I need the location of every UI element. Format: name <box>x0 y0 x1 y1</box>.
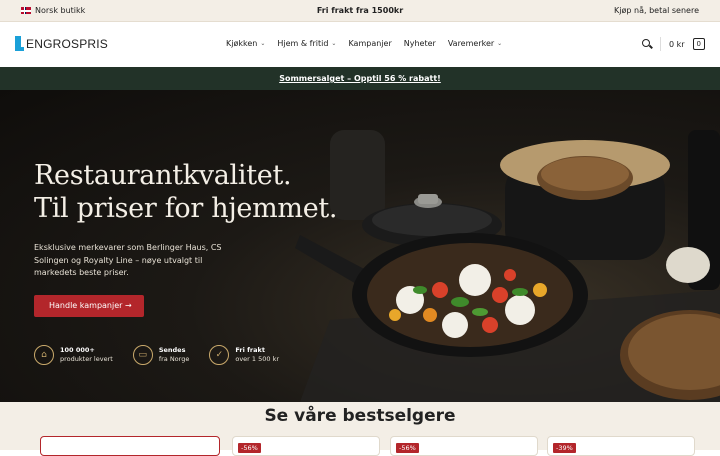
usp-item: ▭ Sendes fra Norge <box>132 345 190 365</box>
logo-text: ENGROSPRIS <box>26 36 109 51</box>
truck-icon: ▭ <box>132 345 153 365</box>
product-card[interactable]: -39% <box>547 436 695 456</box>
cart-total[interactable]: 0 kr <box>669 40 685 49</box>
discount-badge: -56% <box>396 443 419 453</box>
nav-item-kjokken[interactable]: Kjøkken ⌄ <box>226 39 265 48</box>
usp-list: ⌂ 100 000+ produkter levert ▭ Sendes fra… <box>34 345 279 365</box>
cart-count-badge[interactable]: 0 <box>692 38 705 50</box>
usp-item: ⌂ 100 000+ produkter levert <box>34 345 113 365</box>
nav-label: Varemerker <box>447 39 495 48</box>
bestsellers-section: Se våre bestselgere -56% -56% -39% <box>0 402 720 456</box>
nav-item-varemerker[interactable]: Varemerker ⌄ <box>448 39 502 48</box>
usp-text: produkter levert <box>60 355 113 363</box>
nav-label: Kampanjer <box>348 39 392 48</box>
nav-item-kampanjer[interactable]: Kampanjer <box>348 39 391 48</box>
hero-banner: Restaurantkvalitet. Til priser for hjemm… <box>0 90 720 402</box>
usp-item: ✓ Fri frakt over 1 500 kr <box>209 345 279 365</box>
hero-title-line-1: Restaurantkvalitet. <box>34 160 292 191</box>
promo-link[interactable]: Sommersalget – Opptil 56 % rabatt! <box>279 74 441 83</box>
gift-icon: ⌂ <box>34 345 54 365</box>
hero-title-line-2: Til priser for hjemmet. <box>34 193 338 224</box>
usp-text: fra Norge <box>158 355 190 363</box>
product-card[interactable]: -56% <box>390 436 538 456</box>
nav-label: Nyheter <box>403 39 436 48</box>
product-card[interactable] <box>40 436 220 456</box>
search-icon[interactable] <box>641 39 652 49</box>
chevron-down-icon: ⌄ <box>331 40 337 47</box>
divider <box>659 37 661 51</box>
shop-campaigns-button[interactable]: Handle kampanjer → <box>34 295 144 317</box>
nav-item-hjem-fritid[interactable]: Hjem & fritid ⌄ <box>277 39 336 48</box>
logo-mark-icon <box>15 36 24 51</box>
main-nav: Kjøkken ⌄ Hjem & fritid ⌄ Kampanjer Nyhe… <box>226 39 502 48</box>
hero-title: Restaurantkvalitet. Til priser for hjemm… <box>34 159 338 225</box>
usp-title: 100 000+ <box>60 346 95 354</box>
site-header: ENGROSPRIS Kjøkken ⌄ Hjem & fritid ⌄ Kam… <box>0 22 720 67</box>
usp-title: Sendes <box>158 346 186 354</box>
header-actions: 0 kr 0 <box>641 37 705 51</box>
nav-label: Kjøkken <box>226 39 258 48</box>
top-bar: Norsk butikk Fri frakt fra 1500kr Kjøp n… <box>0 0 720 22</box>
hero-subtitle: Eksklusive merkevarer som Berlinger Haus… <box>34 243 222 277</box>
discount-badge: -56% <box>238 443 261 453</box>
product-card[interactable]: -56% <box>232 436 380 456</box>
usp-text: over 1 500 kr <box>235 355 280 363</box>
free-shipping-notice: Fri frakt fra 1500kr <box>316 6 404 15</box>
nav-label: Hjem & fritid <box>277 39 329 48</box>
section-title: Se våre bestselgere <box>264 406 456 426</box>
promo-banner: Sommersalget – Opptil 56 % rabatt! <box>0 67 720 90</box>
chevron-down-icon: ⌄ <box>497 40 503 47</box>
shield-icon: ✓ <box>209 345 230 365</box>
nav-item-nyheter[interactable]: Nyheter <box>404 39 436 48</box>
site-logo[interactable]: ENGROSPRIS <box>15 36 108 51</box>
payment-notice: Kjøp nå, betal senere <box>614 6 699 15</box>
chevron-down-icon: ⌄ <box>260 40 266 47</box>
discount-badge: -39% <box>553 443 576 453</box>
usp-title: Fri frakt <box>235 346 265 354</box>
